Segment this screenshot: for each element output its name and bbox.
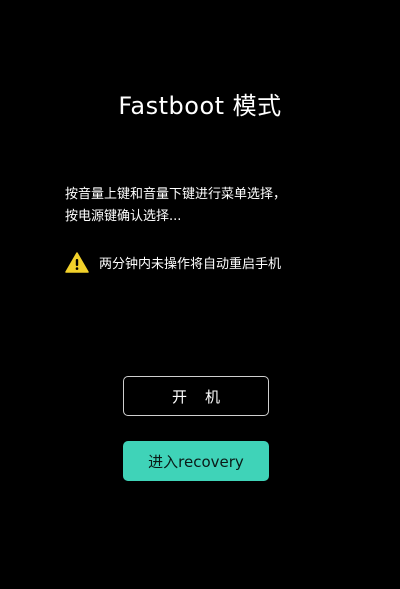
- instructions-text: 按音量上键和音量下键进行菜单选择， 按电源键确认选择...: [65, 184, 365, 228]
- power-on-button[interactable]: 开机: [123, 376, 269, 416]
- instruction-line: 按电源键确认选择...: [65, 209, 182, 224]
- page-title: Fastboot 模式: [118, 92, 282, 120]
- auto-reboot-warning: 两分钟内未操作将自动重启手机: [65, 251, 281, 273]
- warning-triangle-icon: [65, 251, 89, 273]
- enter-recovery-button[interactable]: 进入recovery: [123, 441, 269, 481]
- fastboot-screen: Fastboot 模式 按音量上键和音量下键进行菜单选择， 按电源键确认选择..…: [0, 0, 400, 589]
- instruction-line: 按音量上键和音量下键进行菜单选择，: [65, 187, 287, 202]
- warning-text: 两分钟内未操作将自动重启手机: [99, 256, 282, 272]
